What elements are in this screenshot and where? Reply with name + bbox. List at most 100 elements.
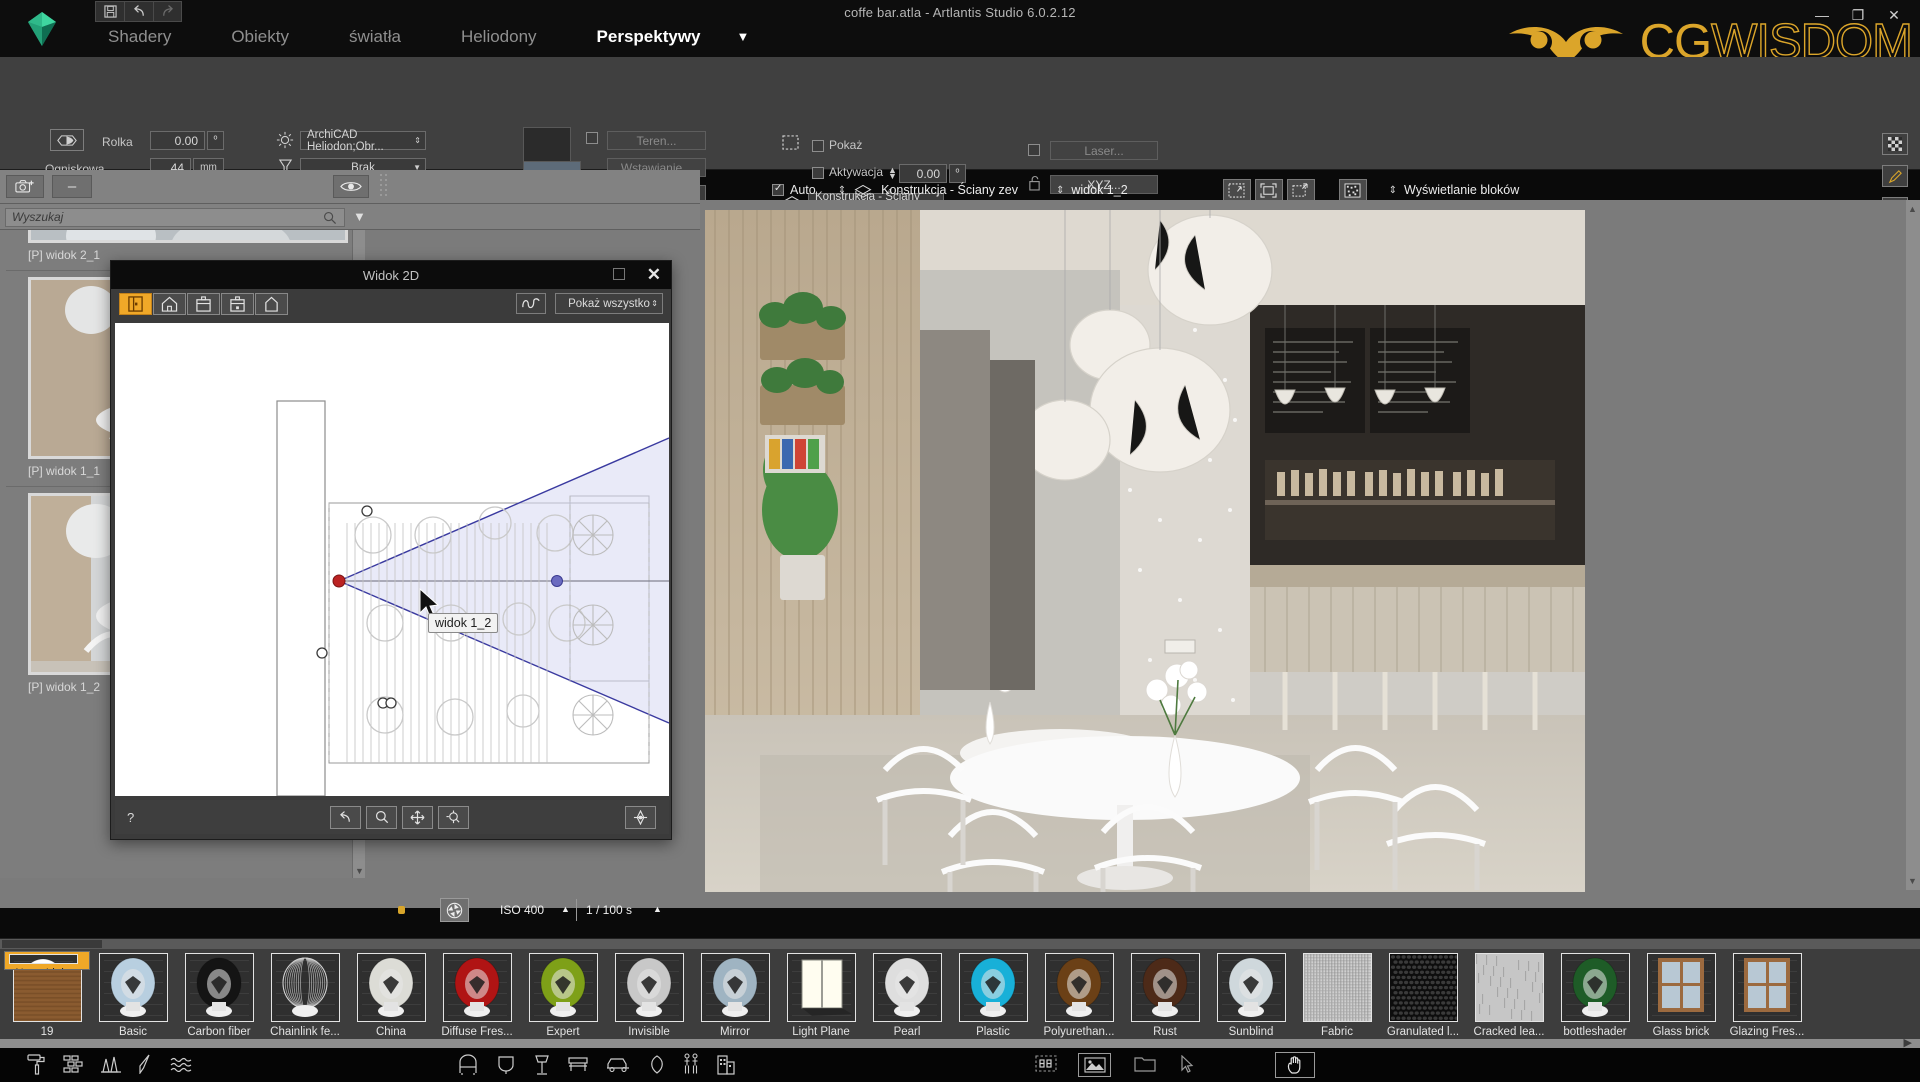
2d-plan-canvas[interactable]: widok 1_2 <box>115 323 669 796</box>
menu-perspektywy[interactable]: Perspektywy <box>567 27 731 47</box>
material-thumbnail[interactable] <box>701 953 770 1022</box>
material-thumbnail[interactable] <box>1303 953 1372 1022</box>
roll-value-field[interactable]: 0.00 <box>150 131 205 150</box>
material-thumbnail[interactable] <box>959 953 1028 1022</box>
material-thumbnail[interactable] <box>1647 953 1716 1022</box>
menu-swiatla[interactable]: światła <box>319 27 431 47</box>
lamp-shade-icon[interactable] <box>496 1054 516 1075</box>
library-item[interactable]: China <box>348 951 434 1038</box>
iso-spinner[interactable]: ▲ <box>561 904 570 914</box>
plant-icon[interactable] <box>648 1055 666 1074</box>
menu-obiekty[interactable]: Obiekty <box>201 27 319 47</box>
curve-icon[interactable] <box>516 293 546 314</box>
scroll-up-icon[interactable]: ▲ <box>1908 204 1917 214</box>
billboard-icon[interactable] <box>1035 1055 1057 1072</box>
2d-view-dialog[interactable]: Widok 2D ✕ Pokaż wszyst <box>110 260 672 840</box>
paint-roller-icon[interactable] <box>26 1053 46 1075</box>
section-top-icon[interactable] <box>187 293 220 315</box>
folder-icon[interactable] <box>1134 1056 1156 1072</box>
library-item[interactable]: Expert <box>520 951 606 1038</box>
fit-view-icon[interactable] <box>1255 179 1283 201</box>
car-icon[interactable] <box>606 1057 630 1072</box>
iso-label[interactable]: ISO 400 <box>500 903 544 917</box>
library-item[interactable]: Neon Light <box>4 951 90 970</box>
material-thumbnail[interactable] <box>357 953 426 1022</box>
material-thumbnail[interactable] <box>1475 953 1544 1022</box>
show-checkbox[interactable] <box>812 140 824 152</box>
view-spinner[interactable]: ⇕ <box>1056 186 1064 195</box>
show-all-select[interactable]: Pokaż wszystko ⇕ <box>555 293 663 314</box>
spin-arrows-icon[interactable]: ⇕ <box>414 136 421 145</box>
pan-icon[interactable] <box>402 806 433 829</box>
zoom-target-icon[interactable] <box>438 806 469 829</box>
laser-button[interactable]: Laser... <box>1050 141 1158 160</box>
plan-home-icon[interactable] <box>153 293 186 315</box>
dialog-help[interactable]: ? <box>127 810 134 825</box>
library-item[interactable]: Cracked lea... <box>1466 951 1552 1038</box>
library-item[interactable]: Polyurethan... <box>1036 951 1122 1038</box>
pen-icon[interactable] <box>137 1054 153 1074</box>
water-icon[interactable] <box>170 1056 192 1072</box>
search-input[interactable]: Wyszukaj <box>5 208 345 227</box>
material-thumbnail[interactable] <box>185 953 254 1022</box>
menu-heliodony[interactable]: Heliodony <box>431 27 567 47</box>
resize-icon[interactable] <box>1287 179 1315 201</box>
image-icon[interactable] <box>1078 1053 1111 1077</box>
elevation-front-icon[interactable] <box>119 293 152 315</box>
add-camera-icon[interactable] <box>6 175 44 198</box>
material-thumbnail[interactable] <box>615 953 684 1022</box>
armchair-icon[interactable] <box>457 1054 479 1075</box>
cursor-arrow-icon[interactable] <box>1180 1055 1194 1073</box>
material-thumbnail[interactable] <box>1131 953 1200 1022</box>
close-icon[interactable]: ✕ <box>647 265 661 285</box>
section-bottom-icon[interactable] <box>221 293 254 315</box>
maximize-button[interactable]: ❐ <box>1840 4 1876 26</box>
library-item[interactable]: Diffuse Fres... <box>434 951 520 1038</box>
crop-region-icon[interactable] <box>1223 179 1251 201</box>
minimize-button[interactable]: — <box>1804 4 1840 26</box>
library-item[interactable]: bottleshader <box>1552 951 1638 1038</box>
scroll-down-icon[interactable]: ▼ <box>1908 876 1917 886</box>
chevron-down-icon[interactable]: ▼ <box>737 29 750 44</box>
terrain-button[interactable]: Teren... <box>607 131 706 150</box>
render-scrollbar[interactable]: ▲ ▼ <box>1906 200 1920 890</box>
material-thumbnail[interactable] <box>1389 953 1458 1022</box>
close-button[interactable]: ✕ <box>1876 4 1912 26</box>
shutter-spinner[interactable]: ▲ <box>653 904 662 914</box>
environment-color-swatch[interactable] <box>523 127 571 163</box>
camera-lens-icon[interactable] <box>50 129 84 151</box>
material-thumbnail[interactable] <box>1217 953 1286 1022</box>
library-item[interactable]: Glass brick <box>1638 951 1724 1038</box>
material-thumbnail[interactable] <box>1733 953 1802 1022</box>
view-value[interactable]: widok 1_2 <box>1071 183 1127 197</box>
checker-icon[interactable] <box>1882 133 1908 155</box>
heliodon-select[interactable]: ArchiCAD Heliodon;Obr... ⇕ <box>300 131 426 150</box>
library-item[interactable]: Granulated l... <box>1380 951 1466 1038</box>
zoom-icon[interactable] <box>366 806 397 829</box>
building-icon[interactable] <box>716 1054 736 1075</box>
library-item[interactable]: Invisible <box>606 951 692 1038</box>
library-item[interactable]: Plastic <box>950 951 1036 1038</box>
library-item[interactable]: Pearl <box>864 951 950 1038</box>
layer-value[interactable]: Konstrukcja - Ściany zev <box>881 183 1018 197</box>
library-item[interactable]: Glazing Fres... <box>1724 951 1810 1038</box>
blocks-label[interactable]: Wyświetlanie bloków <box>1404 183 1519 197</box>
spin-arrows-icon[interactable]: ⇕ <box>651 299 658 308</box>
library-item[interactable]: Chainlink fe... <box>262 951 348 1038</box>
layer-spinner[interactable]: ⇕ <box>838 186 846 195</box>
library-item[interactable]: Sunblind <box>1208 951 1294 1038</box>
blocks-spinner[interactable]: ⇕ <box>1389 186 1397 195</box>
material-thumbnail[interactable] <box>787 953 856 1022</box>
auto-checkbox[interactable] <box>772 184 784 196</box>
dialog-title-bar[interactable]: Widok 2D ✕ <box>111 261 671 289</box>
elevation-side-icon[interactable] <box>255 293 288 315</box>
render-preview[interactable] <box>705 210 1585 892</box>
view-thumbnail[interactable] <box>28 230 348 243</box>
people-icon[interactable] <box>682 1053 700 1075</box>
navigation-icon[interactable] <box>625 806 656 829</box>
library-scrollbar[interactable] <box>0 939 1920 949</box>
brick-texture-icon[interactable] <box>63 1055 85 1073</box>
eye-icon[interactable] <box>333 175 369 198</box>
dialog-restore-icon[interactable] <box>613 268 625 280</box>
panel-grip[interactable] <box>378 172 392 202</box>
